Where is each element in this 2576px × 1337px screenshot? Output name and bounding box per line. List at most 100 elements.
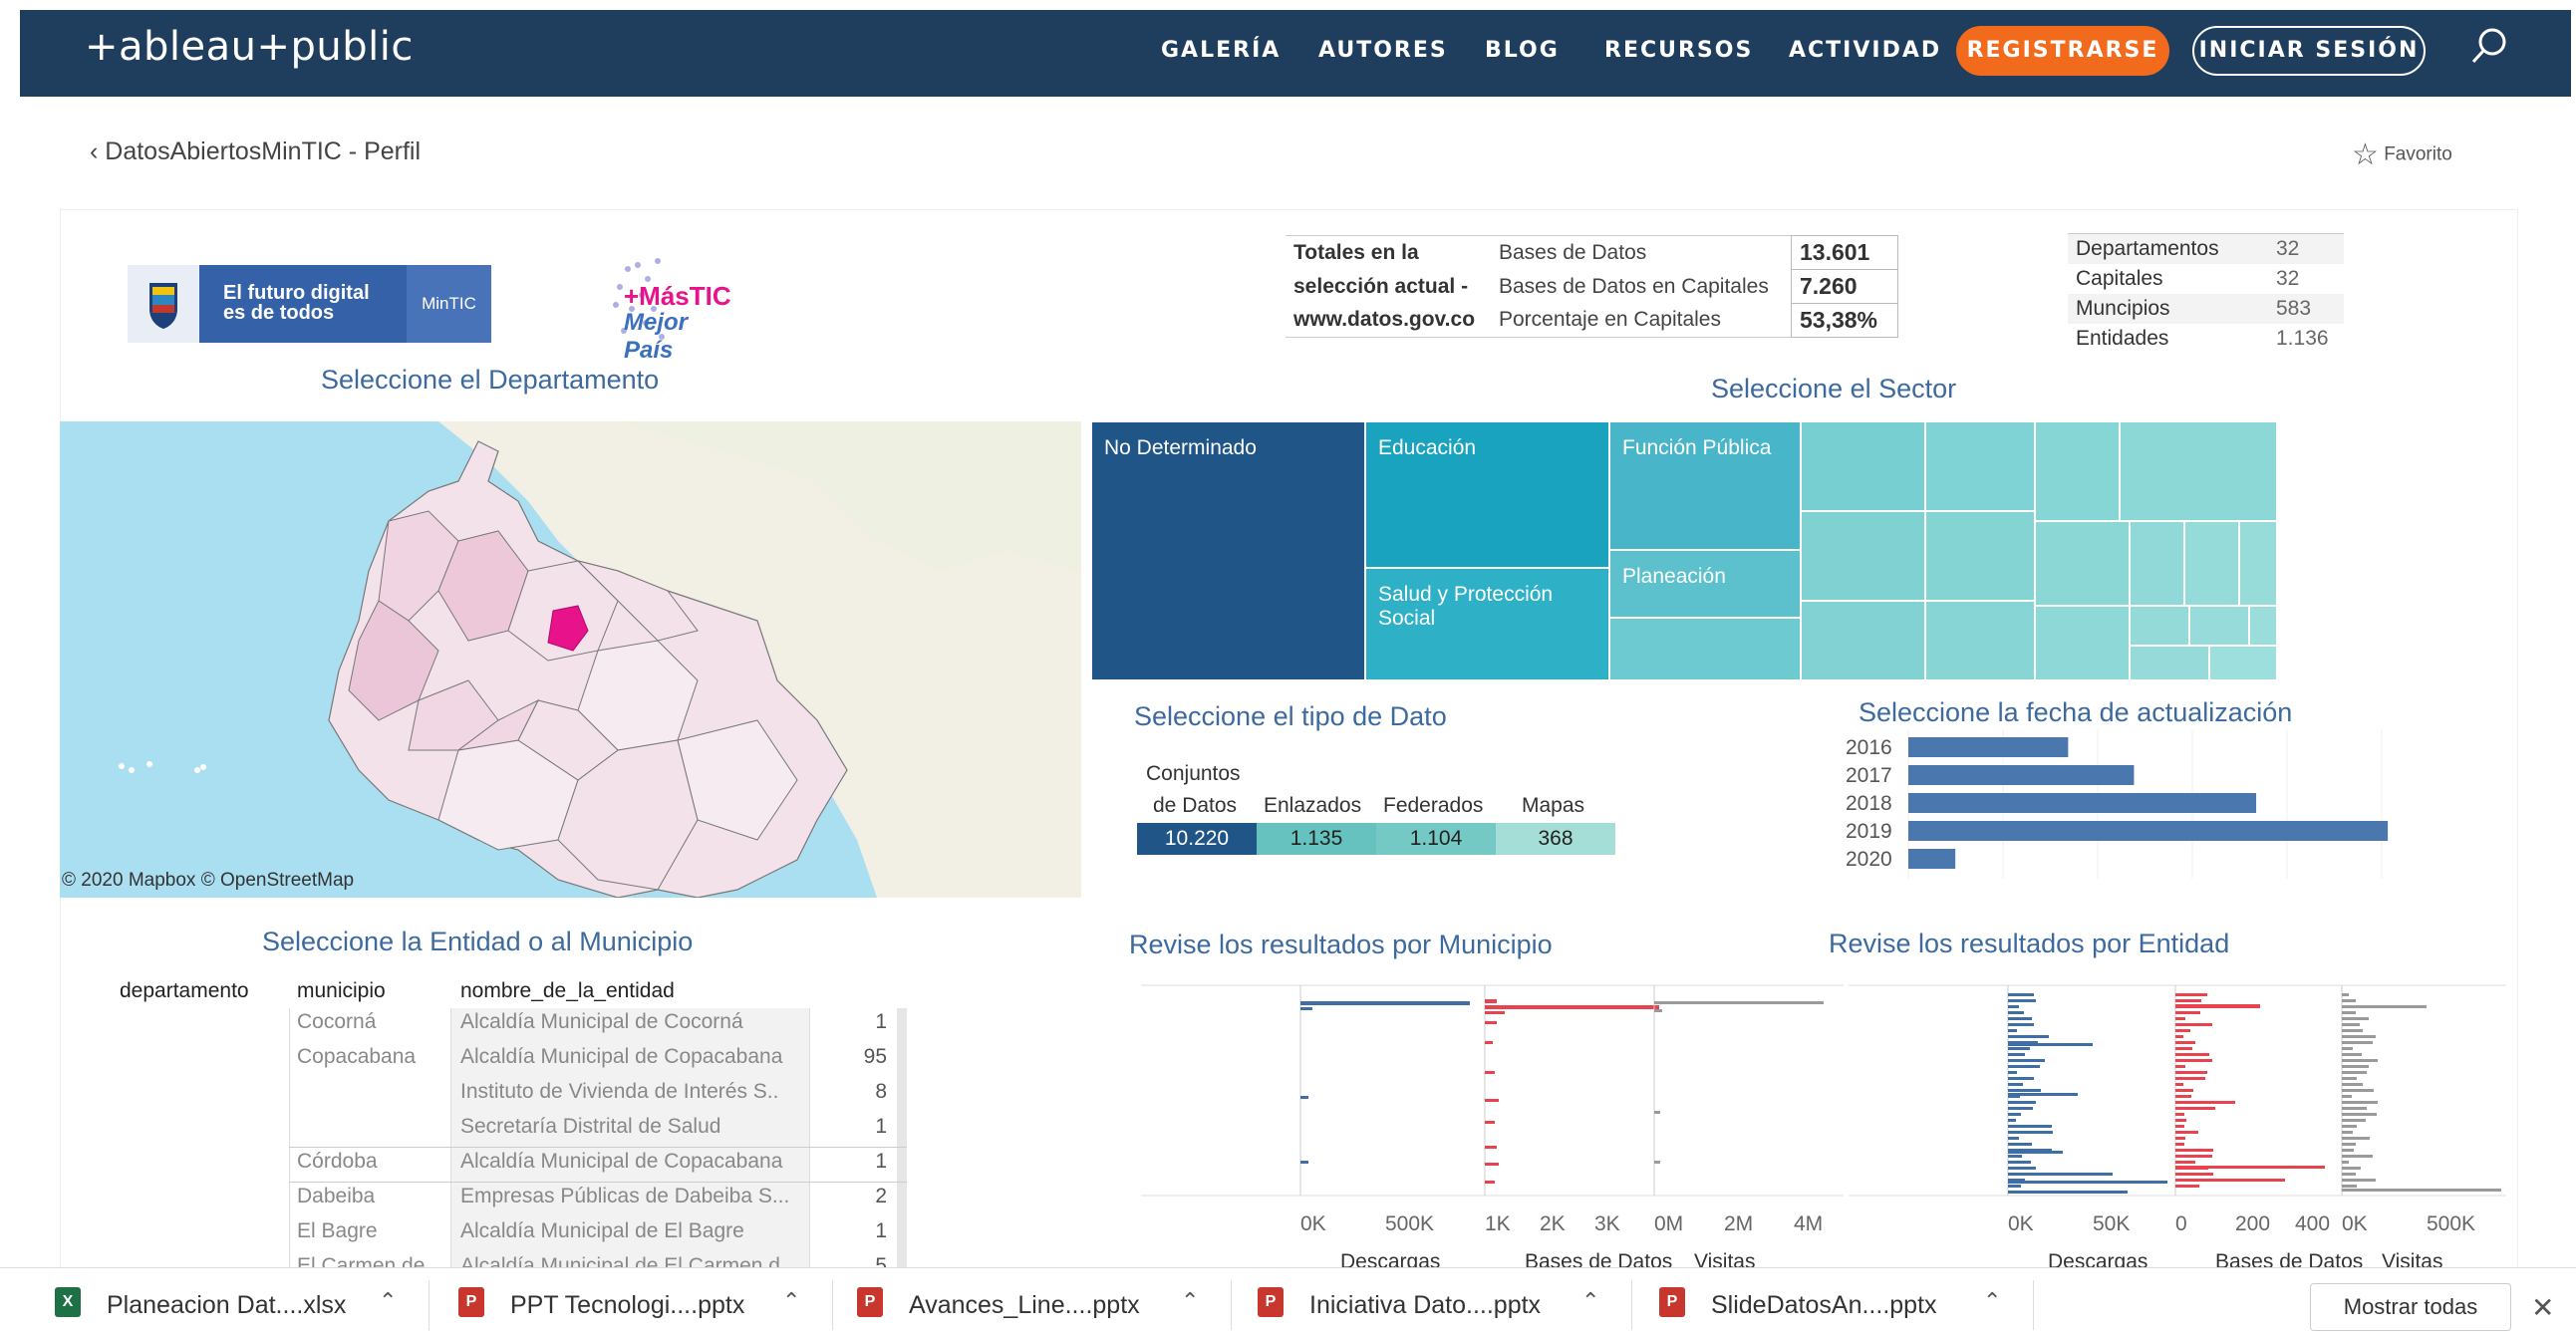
result-bar[interactable] [2175, 1101, 2235, 1104]
result-bar[interactable] [2342, 1179, 2376, 1182]
treemap-cell[interactable] [2239, 521, 2277, 606]
result-bar[interactable] [2008, 1131, 2053, 1134]
result-bar[interactable] [2175, 1029, 2190, 1032]
tipo-value-mapas[interactable]: 368 [1496, 823, 1615, 855]
chevron-up-icon[interactable]: ⌃ [782, 1288, 800, 1314]
show-all-button[interactable]: Mostrar todas [2310, 1283, 2511, 1331]
treemap-cell[interactable] [2035, 606, 2130, 680]
result-bar[interactable] [2175, 1017, 2185, 1020]
treemap-cell[interactable] [2189, 606, 2249, 646]
result-bar[interactable] [2175, 1179, 2285, 1182]
result-bar[interactable] [2342, 1185, 2357, 1188]
fecha-bar-chart[interactable]: 2016 2017 2018 2019 2020 [1844, 729, 2461, 879]
result-bar[interactable] [2342, 1077, 2357, 1080]
result-bar[interactable] [2008, 1023, 2034, 1026]
result-bar[interactable] [2008, 1101, 2036, 1104]
result-bar[interactable] [2175, 999, 2201, 1002]
result-bar[interactable] [2342, 1029, 2363, 1032]
result-bar[interactable] [2008, 1065, 2040, 1068]
result-bar[interactable] [2175, 1065, 2185, 1068]
treemap-cell[interactable] [2035, 521, 2130, 606]
nav-actividad[interactable]: ACTIVIDAD [1789, 38, 1941, 63]
treemap-cell[interactable] [2184, 521, 2239, 606]
download-item[interactable]: Avances_Line....pptx [909, 1291, 1140, 1320]
result-bar[interactable] [2008, 1005, 2019, 1008]
result-bar[interactable] [2175, 1119, 2186, 1122]
result-bar[interactable] [1654, 1001, 1824, 1004]
close-icon[interactable]: ✕ [2531, 1291, 2554, 1324]
result-bar[interactable] [2342, 1119, 2366, 1122]
result-bar[interactable] [1300, 1161, 1308, 1164]
result-bar[interactable] [2342, 1017, 2369, 1020]
result-bar[interactable] [2175, 1113, 2184, 1116]
chevron-up-icon[interactable]: ⌃ [1181, 1288, 1199, 1314]
nav-autores[interactable]: AUTORES [1318, 38, 1448, 63]
download-item[interactable]: Iniciativa Dato....pptx [1309, 1291, 1541, 1320]
result-bar[interactable] [2342, 1131, 2353, 1134]
treemap-cell[interactable] [2120, 421, 2277, 521]
result-bar[interactable] [1300, 1096, 1308, 1099]
colombia-map[interactable]: © 2020 Mapbox © OpenStreetMap [60, 421, 1081, 898]
result-bar[interactable] [2175, 1161, 2195, 1164]
treemap-cell[interactable] [1801, 421, 1925, 511]
result-bar[interactable] [2008, 1083, 2023, 1086]
result-bar[interactable] [2342, 1189, 2501, 1192]
result-bar[interactable] [2342, 1167, 2361, 1170]
result-bar[interactable] [2342, 1059, 2378, 1062]
result-bar[interactable] [2175, 1035, 2183, 1038]
entidad-bar-charts[interactable]: 0K 50KDescargas0 200 400Bases de Datos0K 500… [1849, 981, 2506, 1270]
result-bar[interactable] [2175, 1011, 2200, 1014]
sector-treemap[interactable]: No Determinado Educación Salud y Protecc… [1091, 421, 2277, 680]
result-bar[interactable] [2175, 1155, 2212, 1158]
favorite-toggle[interactable]: ☆ Favorito [2352, 137, 2452, 172]
result-bar[interactable] [2008, 1185, 2021, 1188]
treemap-cell[interactable]: Educación [1365, 421, 1609, 568]
result-bar[interactable] [1485, 1021, 1497, 1024]
result-bar[interactable] [1485, 1071, 1495, 1074]
municipio-cell[interactable]: Córdoba [297, 1150, 378, 1174]
result-bar[interactable] [2342, 1149, 2354, 1152]
result-bar[interactable] [2008, 993, 2034, 996]
year-bar[interactable] [1908, 821, 2389, 841]
result-bar[interactable] [2342, 1137, 2370, 1140]
entidad-cell[interactable]: Alcaldía Municipal de Copacabana [460, 1150, 782, 1174]
result-bar[interactable] [2175, 993, 2207, 996]
result-bar[interactable] [2342, 1095, 2352, 1098]
result-bar[interactable] [2175, 1077, 2205, 1080]
result-bar[interactable] [2175, 1023, 2212, 1026]
entidad-cell[interactable]: Alcaldía Municipal de Cocorná [460, 1010, 743, 1034]
result-bar[interactable] [1654, 1111, 1660, 1114]
treemap-cell[interactable] [1801, 601, 1925, 680]
treemap-cell[interactable] [2130, 646, 2209, 680]
result-bar[interactable] [2008, 1071, 2017, 1074]
municipio-cell[interactable]: El Bagre [297, 1219, 378, 1243]
treemap-cell[interactable]: Planeación [1609, 550, 1801, 618]
result-bar[interactable] [2008, 1107, 2033, 1110]
year-bar[interactable] [1908, 737, 2069, 757]
result-bar[interactable] [2175, 1149, 2213, 1152]
result-bar[interactable] [1485, 999, 1497, 1003]
result-bar[interactable] [1654, 1161, 1660, 1164]
tableau-public-logo[interactable]: +ableau+public [85, 24, 414, 70]
login-button[interactable]: INICIAR SESIÓN [2192, 26, 2426, 76]
result-bar[interactable] [2342, 1143, 2356, 1146]
result-bar[interactable] [2342, 999, 2356, 1002]
result-bar[interactable] [2008, 1155, 2022, 1158]
result-bar[interactable] [2008, 1125, 2052, 1128]
breadcrumb[interactable]: ‹ DatosAbiertosMinTIC - Perfil [90, 137, 421, 166]
entidad-cell[interactable]: Alcaldía Municipal de Copacabana [460, 1045, 782, 1069]
nav-galeria[interactable]: GALERÍA [1161, 38, 1281, 63]
result-bar[interactable] [2175, 1107, 2215, 1110]
result-bar[interactable] [2342, 1047, 2353, 1050]
result-bar[interactable] [2008, 1167, 2036, 1170]
result-bar[interactable] [2008, 1043, 2093, 1046]
result-bar[interactable] [2175, 1173, 2213, 1176]
tipo-value-conjuntos[interactable]: 10.220 [1137, 823, 1257, 855]
result-bar[interactable] [2008, 999, 2036, 1002]
result-bar[interactable] [1300, 1001, 1470, 1005]
result-bar[interactable] [2175, 1047, 2192, 1050]
entidad-cell[interactable]: Empresas Públicas de Dabeiba S... [460, 1185, 789, 1208]
chevron-up-icon[interactable]: ⌃ [1983, 1288, 2001, 1314]
year-bar[interactable] [1908, 765, 2135, 785]
result-bar[interactable] [2342, 993, 2349, 996]
